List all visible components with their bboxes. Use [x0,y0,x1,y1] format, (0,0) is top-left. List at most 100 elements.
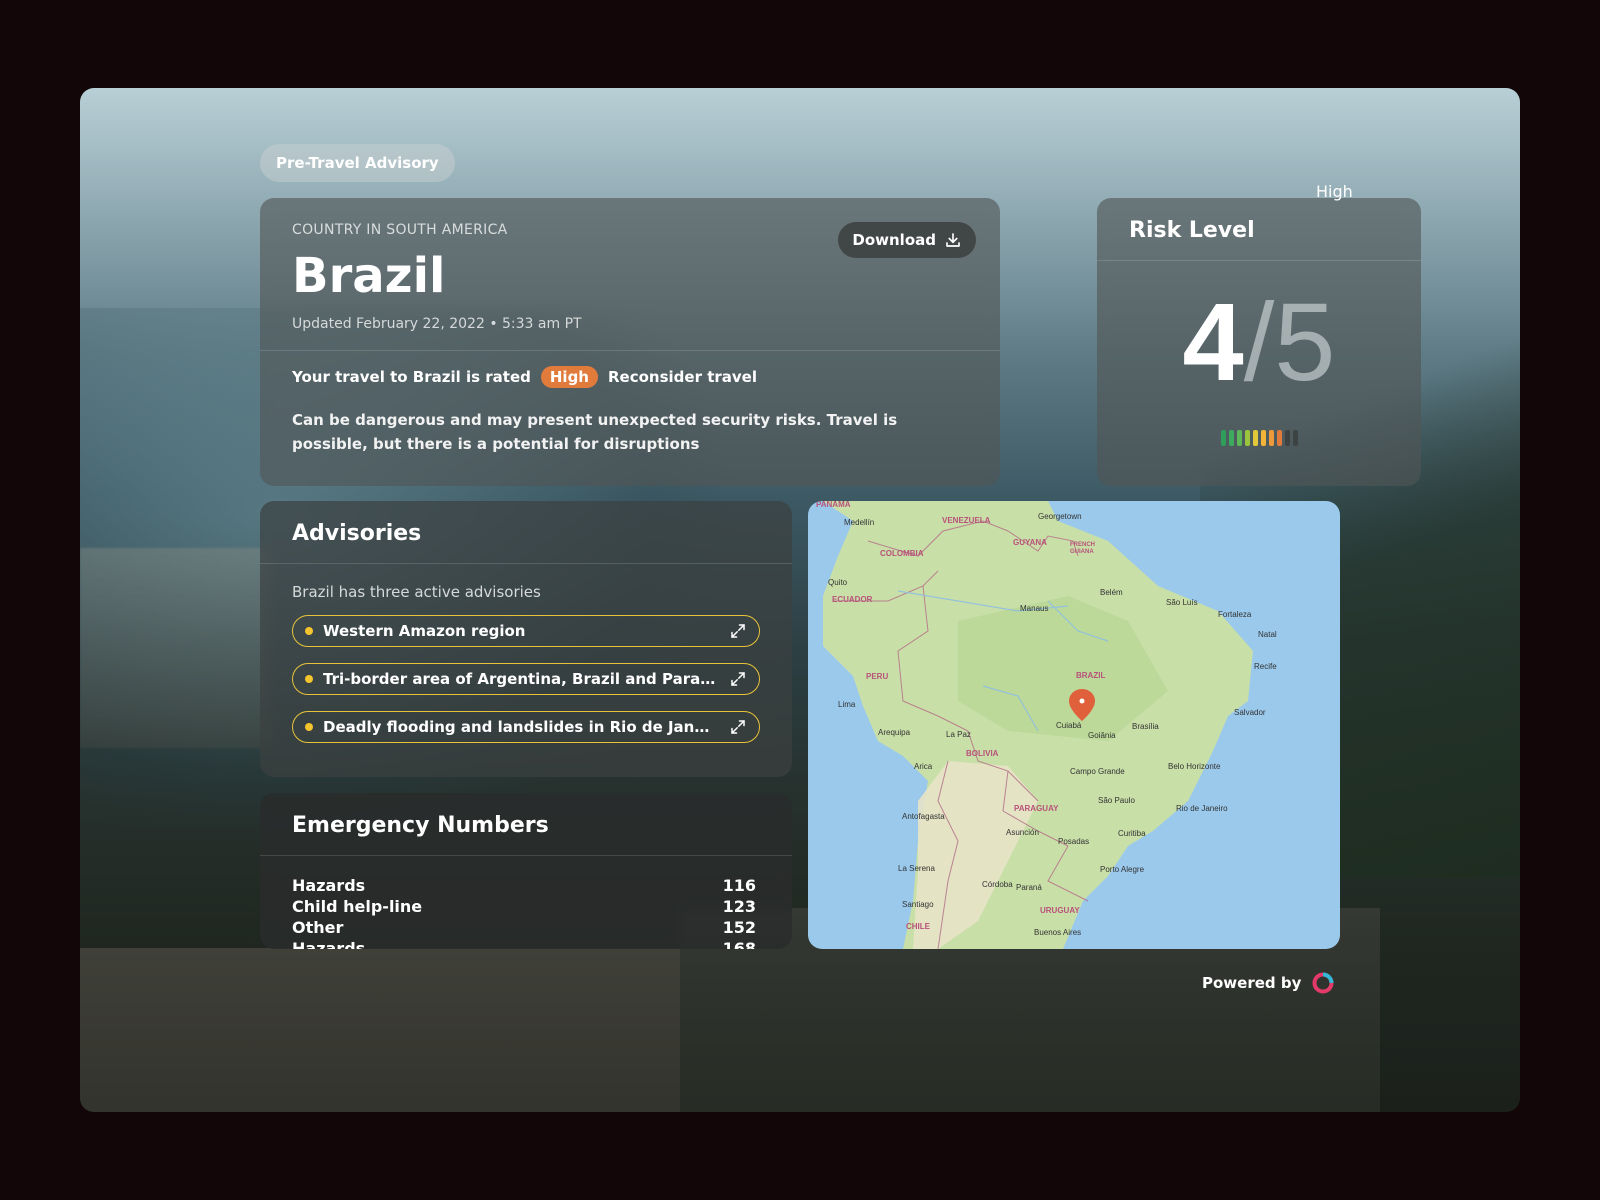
svg-text:PARAGUAY: PARAGUAY [1014,804,1059,813]
svg-text:Posadas: Posadas [1058,837,1089,846]
advisory-item[interactable]: Tri-border area of Argentina, Brazil and… [292,663,760,695]
advisory-label: Western Amazon region [323,622,526,640]
rating-badge: High [540,366,598,388]
powered-by-label: Powered by [1202,974,1302,992]
emergency-row: Other 152 [292,917,756,938]
risk-meter-segment [1236,430,1242,446]
svg-text:BOLIVIA: BOLIVIA [966,749,999,758]
download-label: Download [852,231,936,249]
risk-score-value: 4 [1182,281,1244,404]
svg-text:Medellín: Medellín [844,518,874,527]
advisories-divider [260,563,792,564]
svg-text:Lima: Lima [838,700,856,709]
country-region: COUNTRY IN SOUTH AMERICA [292,222,508,238]
risk-title: Risk Level [1129,218,1255,243]
risk-meter-segment [1268,430,1274,446]
svg-text:Natal: Natal [1258,630,1277,639]
svg-text:URUGUAY: URUGUAY [1040,906,1080,915]
emergency-number: 152 [722,918,756,937]
risk-level-card: Risk Level 4/5 [1097,198,1421,486]
emergency-label: Hazards [292,939,366,949]
svg-text:Belo Horizonte: Belo Horizonte [1168,762,1221,771]
risk-meter-segment [1260,430,1266,446]
emergency-row: Hazards 168 [292,938,756,949]
svg-text:GUIANA: GUIANA [1070,549,1094,555]
emergency-divider [260,855,792,856]
svg-text:GUYANA: GUYANA [1013,538,1047,547]
svg-text:BRAZIL: BRAZIL [1076,671,1105,680]
country-map[interactable]: PANAMA VENEZUELA GUYANA FRENCH GUIANA COL… [808,501,1340,949]
svg-text:FRENCH: FRENCH [1070,542,1095,548]
hero-background: Pre-Travel Advisory COUNTRY IN SOUTH AME… [80,88,1520,1112]
emergency-label: Child help-line [292,897,423,916]
svg-text:Belém: Belém [1100,588,1123,597]
svg-text:Rio de Janeiro: Rio de Janeiro [1176,804,1228,813]
svg-text:Porto Alegre: Porto Alegre [1100,865,1145,874]
svg-text:Arica: Arica [914,762,933,771]
powered-by[interactable]: Powered by [1202,965,1335,1001]
emergency-title: Emergency Numbers [292,813,549,838]
svg-text:Fortaleza: Fortaleza [1218,610,1252,619]
svg-text:Quito: Quito [828,578,848,587]
brand-logo-icon [1312,972,1334,994]
svg-text:Cuiabá: Cuiabá [1056,721,1082,730]
risk-meter-segment [1228,430,1234,446]
svg-text:Antofagasta: Antofagasta [902,812,945,821]
svg-text:São Paulo: São Paulo [1098,796,1135,805]
advisories-subtitle: Brazil has three active advisories [292,583,541,601]
risk-meter-segment [1284,430,1290,446]
svg-text:Salvador: Salvador [1234,708,1266,717]
card-divider [260,350,1000,351]
svg-text:La Paz: La Paz [946,730,971,739]
emergency-number: 116 [722,876,756,895]
svg-text:Brasília: Brasília [1132,722,1159,731]
svg-text:PANAMA: PANAMA [816,501,851,509]
rating-action: Reconsider travel [608,368,757,386]
country-title: Brazil [292,248,446,304]
advisory-item[interactable]: Deadly flooding and landslides in Rio de… [292,711,760,743]
expand-icon[interactable] [729,622,747,640]
svg-text:Santiago: Santiago [902,900,934,909]
svg-text:Recife: Recife [1254,662,1277,671]
svg-text:Goiânia: Goiânia [1088,731,1116,740]
svg-text:Asunción: Asunción [1006,828,1039,837]
svg-text:COLOMBIA: COLOMBIA [880,549,924,558]
svg-text:La Serena: La Serena [898,864,935,873]
risk-meter-segment [1244,430,1250,446]
risk-meter-segment [1276,430,1282,446]
risk-score: 4/5 [1097,288,1421,398]
advisories-card: Advisories Brazil has three active advis… [260,501,792,777]
svg-text:Georgetown: Georgetown [1038,512,1082,521]
expand-icon[interactable] [729,670,747,688]
rating-description: Can be dangerous and may present unexpec… [292,411,898,453]
svg-text:Paraná: Paraná [1016,883,1042,892]
risk-meter-segment [1252,430,1258,446]
emergency-number: 123 [722,897,756,916]
svg-text:Manaus: Manaus [1020,604,1048,613]
svg-text:Buenos Aires: Buenos Aires [1034,928,1081,937]
svg-text:ECUADOR: ECUADOR [832,595,873,604]
risk-meter [1097,430,1421,446]
emergency-row: Child help-line 123 [292,896,756,917]
download-button[interactable]: Download [838,222,976,258]
emergency-number: 168 [722,939,756,949]
updated-timestamp: Updated February 22, 2022 • 5:33 am PT [292,316,582,332]
risk-meter-segment [1220,430,1226,446]
svg-text:VENEZUELA: VENEZUELA [942,516,991,525]
svg-text:CHILE: CHILE [906,922,931,931]
emergency-list[interactable]: Hazards 116 Child help-line 123 Other 152 H… [292,875,756,949]
emergency-label: Hazards [292,876,366,895]
south-america-map: PANAMA VENEZUELA GUYANA FRENCHGUIANA COL… [816,501,1277,949]
pre-travel-advisory-tag: Pre-Travel Advisory [260,144,455,182]
expand-icon[interactable] [729,718,747,736]
risk-divider [1097,260,1421,261]
risk-badge: High [1316,182,1353,201]
country-summary-card: COUNTRY IN SOUTH AMERICA Brazil Updated … [260,198,1000,486]
emergency-numbers-card: Emergency Numbers Hazards 116 Child help-… [260,793,792,949]
advisory-label: Deadly flooding and landslides in Rio de… [323,718,719,736]
svg-text:Córdoba: Córdoba [982,880,1013,889]
advisory-item[interactable]: Western Amazon region [292,615,760,647]
risk-score-max: /5 [1243,281,1336,404]
advisories-title: Advisories [292,521,422,546]
travel-rating: Your travel to Brazil is rated High Reco… [292,366,757,388]
